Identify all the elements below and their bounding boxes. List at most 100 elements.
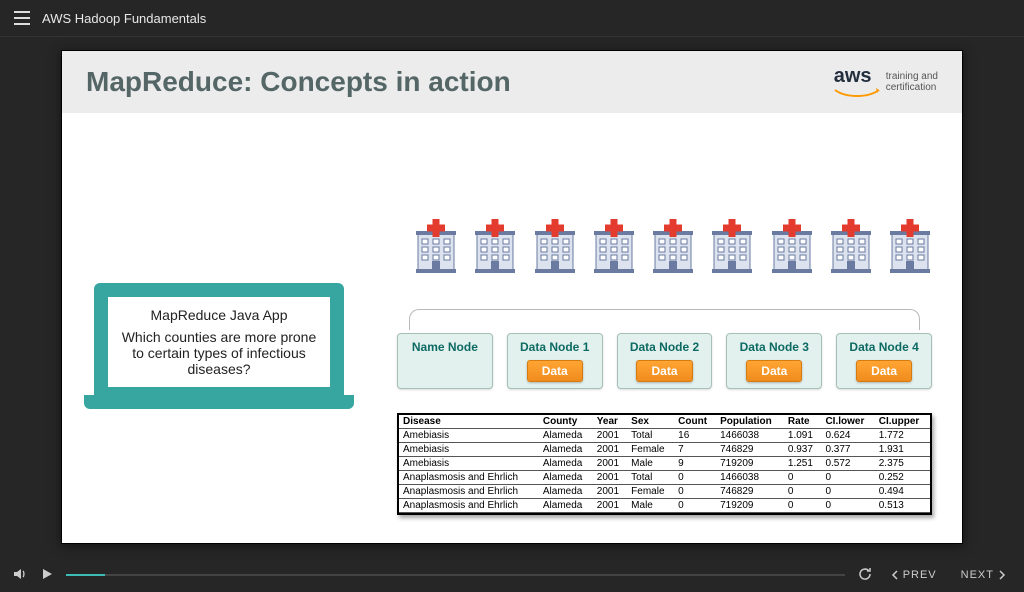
table-cell: Anaplasmosis and Ehrlich	[399, 485, 539, 499]
table-cell: Alameda	[539, 429, 593, 443]
data-node-card: Data Node 1 Data	[507, 333, 603, 389]
laptop-graphic: MapReduce Java App Which counties are mo…	[94, 283, 344, 401]
table-cell: 1.251	[784, 457, 822, 471]
table-cell: Female	[627, 443, 674, 457]
data-button[interactable]: Data	[746, 360, 802, 382]
table-cell: 1.772	[875, 429, 930, 443]
table-cell: Anaplasmosis and Ehrlich	[399, 499, 539, 513]
table-cell: Alameda	[539, 443, 593, 457]
name-node-card: Name NodeData	[397, 333, 493, 389]
hospital-icon	[651, 219, 695, 278]
table-cell: Amebiasis	[399, 457, 539, 471]
hospital-icon	[414, 219, 458, 278]
table-header: Sex	[627, 415, 674, 429]
next-label: NEXT	[961, 569, 994, 581]
table-cell: 1466038	[716, 471, 784, 485]
table-header: CI.lower	[821, 415, 874, 429]
table-cell: 746829	[716, 443, 784, 457]
table-header: Count	[674, 415, 716, 429]
table-cell: Alameda	[539, 457, 593, 471]
data-button[interactable]: Data	[856, 360, 912, 382]
table-cell: Alameda	[539, 471, 593, 485]
table-header: County	[539, 415, 593, 429]
table-cell: 2001	[593, 457, 627, 471]
data-node-card: Data Node 2 Data	[617, 333, 713, 389]
table-header: Year	[593, 415, 627, 429]
table-cell: 0.937	[784, 443, 822, 457]
table-cell: 0.252	[875, 471, 930, 485]
table-cell: 2001	[593, 471, 627, 485]
table-header: Rate	[784, 415, 822, 429]
table-cell: 0	[821, 485, 874, 499]
table-cell: 0.624	[821, 429, 874, 443]
menu-icon[interactable]	[8, 11, 36, 25]
cluster-nodes: Name NodeDataData Node 1DataData Node 2D…	[397, 325, 932, 389]
table-row: AmebiasisAlameda2001Female77468290.9370.…	[399, 443, 930, 457]
table-header: Disease	[399, 415, 539, 429]
next-button[interactable]: NEXT	[955, 569, 1012, 581]
table-cell: 16	[674, 429, 716, 443]
table-cell: 2001	[593, 485, 627, 499]
slide-title: MapReduce: Concepts in action	[86, 66, 511, 98]
table-cell: 719209	[716, 499, 784, 513]
table-header: Population	[716, 415, 784, 429]
node-title: Data Node 1	[520, 340, 589, 354]
data-button[interactable]: Data	[636, 360, 692, 382]
node-title: Name Node	[412, 340, 478, 354]
table-cell: 1.931	[875, 443, 930, 457]
table-cell: Male	[627, 499, 674, 513]
table-cell: 0	[674, 485, 716, 499]
table-cell: 7	[674, 443, 716, 457]
table-cell: 2001	[593, 429, 627, 443]
table-row: Anaplasmosis and EhrlichAlameda2001Male0…	[399, 499, 930, 513]
logo-tagline-1: training and	[886, 71, 938, 82]
table-cell: Amebiasis	[399, 443, 539, 457]
node-title: Data Node 3	[740, 340, 809, 354]
table-cell: 9	[674, 457, 716, 471]
node-title: Data Node 4	[849, 340, 918, 354]
node-title: Data Node 2	[630, 340, 699, 354]
table-cell: 719209	[716, 457, 784, 471]
table-cell: 0.494	[875, 485, 930, 499]
course-title: AWS Hadoop Fundamentals	[42, 11, 206, 26]
table-row: Anaplasmosis and EhrlichAlameda2001Femal…	[399, 485, 930, 499]
table-cell: 2001	[593, 443, 627, 457]
hospital-icon	[473, 219, 517, 278]
hospital-icon	[710, 219, 754, 278]
aws-wordmark: aws	[834, 66, 880, 86]
table-cell: 746829	[716, 485, 784, 499]
topbar: AWS Hadoop Fundamentals	[0, 0, 1024, 37]
table-cell: Male	[627, 457, 674, 471]
table-cell: 0	[821, 499, 874, 513]
data-button[interactable]: Data	[527, 360, 583, 382]
table-cell: Alameda	[539, 499, 593, 513]
replay-icon[interactable]	[857, 566, 873, 585]
aws-logo: aws training and certification	[834, 66, 938, 98]
data-table: DiseaseCountyYearSexCountPopulationRateC…	[397, 413, 932, 515]
table-cell: 2.375	[875, 457, 930, 471]
prev-label: PREV	[903, 569, 937, 581]
table-cell: 0	[784, 485, 822, 499]
app-question: Which counties are more prone to certain…	[116, 329, 322, 377]
table-cell: Total	[627, 429, 674, 443]
table-cell: 1.091	[784, 429, 822, 443]
hospital-icon	[770, 219, 814, 278]
play-icon[interactable]	[40, 567, 54, 584]
table-cell: 2001	[593, 499, 627, 513]
table-cell: Female	[627, 485, 674, 499]
table-cell: 0.572	[821, 457, 874, 471]
volume-icon[interactable]	[12, 566, 28, 585]
table-cell: 1466038	[716, 429, 784, 443]
table-cell: 0	[674, 499, 716, 513]
slide-header: MapReduce: Concepts in action aws traini…	[62, 51, 962, 113]
progress-track[interactable]	[66, 574, 845, 576]
app-title: MapReduce Java App	[116, 307, 322, 323]
prev-button[interactable]: PREV	[885, 569, 943, 581]
player-bar: PREV NEXT	[0, 557, 1024, 592]
data-node-card: Data Node 4 Data	[836, 333, 932, 389]
table-cell: Amebiasis	[399, 429, 539, 443]
table-cell: 0	[674, 471, 716, 485]
hospital-icon	[829, 219, 873, 278]
table-cell: 0.513	[875, 499, 930, 513]
hospital-icon	[888, 219, 932, 278]
